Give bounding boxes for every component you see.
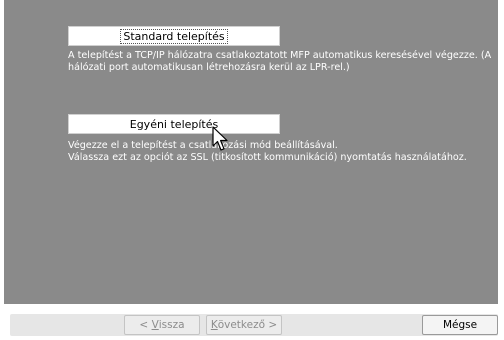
standard-install-description: A telepítést a TCP/IP hálózatra csatlako… (68, 50, 498, 74)
back-hotkey: V (151, 319, 159, 331)
wizard-footer: < Vissza Következő > Mégse (0, 306, 504, 340)
description-line: hálózati port automatikusan létrehozásra… (68, 62, 350, 73)
cancel-button[interactable]: Mégse (422, 315, 498, 335)
next-suffix: > (265, 319, 278, 331)
description-line: Válassza ezt az opciót az SSL (titkosíto… (68, 152, 467, 163)
custom-install-label: Egyéni telepítés (129, 117, 219, 131)
description-line: Végezze el a telepítést a csatlakozási m… (68, 140, 338, 151)
next-hotkey: K (210, 319, 218, 331)
next-button[interactable]: Következő > (206, 315, 282, 335)
back-label: issza (158, 319, 185, 331)
back-prefix: < (139, 319, 152, 331)
back-button[interactable]: < Vissza (124, 315, 200, 335)
options-panel: Standard telepítés A telepítést a TCP/IP… (4, 0, 498, 304)
arrow-pointer-icon (212, 126, 228, 151)
standard-install-button[interactable]: Standard telepítés (68, 26, 280, 46)
custom-install-description: Végezze el a telepítést a csatlakozási m… (68, 140, 498, 164)
standard-install-label: Standard telepítés (120, 28, 228, 44)
cancel-label: Mégse (442, 319, 478, 331)
custom-install-button[interactable]: Egyéni telepítés (68, 114, 280, 134)
description-line: A telepítést a TCP/IP hálózatra csatlako… (68, 50, 492, 61)
next-label: övetkező (217, 319, 266, 331)
